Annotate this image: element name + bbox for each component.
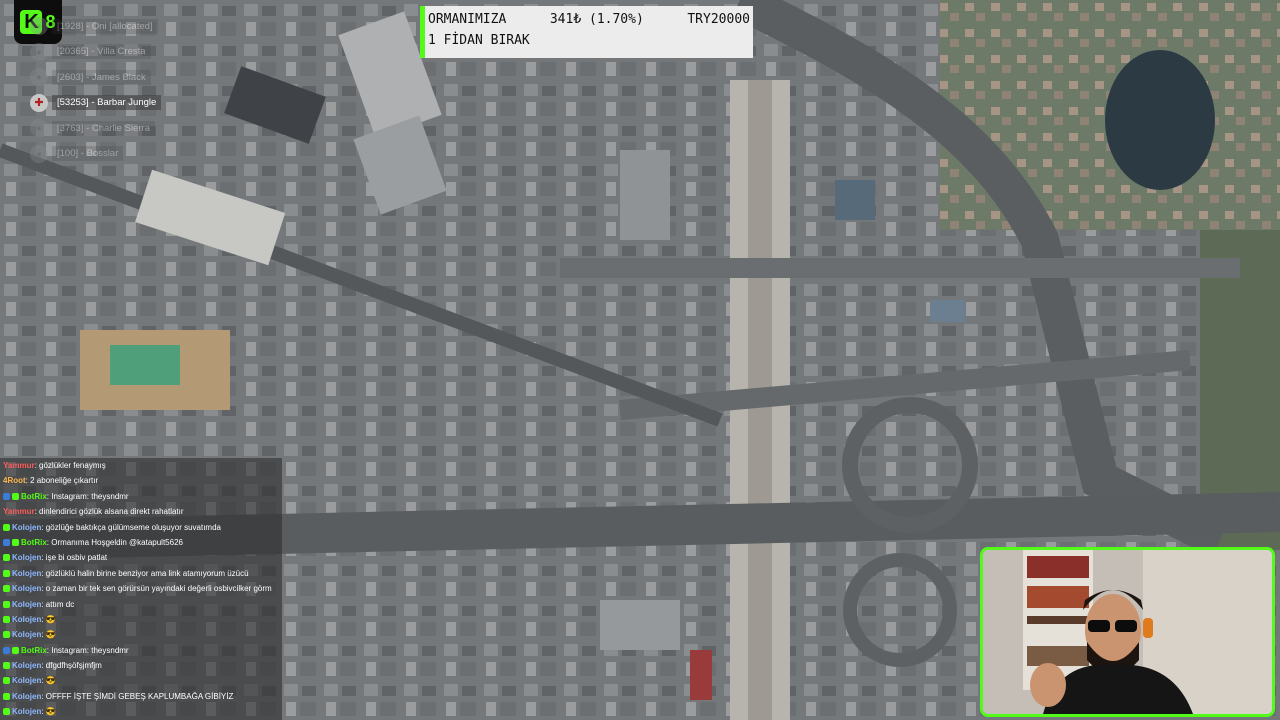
chat-message: BotRix: Instagram: theysndmr [0, 643, 282, 658]
sub-badge-icon [3, 677, 10, 685]
player-entry: ● [3763] - Charlie Sierra [30, 118, 161, 138]
player-name: [53253] - Barbar Jungle [52, 95, 162, 110]
chat-username[interactable]: Kolojen [12, 661, 41, 670]
chat-message: Kolojen: attım dc [0, 597, 282, 612]
chat-username[interactable]: Kolojen [12, 553, 41, 562]
chat-text: : 😎 [41, 676, 56, 686]
chat-username[interactable]: BotRix [21, 538, 47, 547]
chat-text: : Instagram: theysndmr [46, 645, 129, 655]
chat-username[interactable]: Kolojen [12, 707, 41, 716]
donation-goal-row: ORMANIMIZA 341₺ (1.70%) TRY20000 [428, 12, 750, 33]
donation-goal-banner: ORMANIMIZA 341₺ (1.70%) TRY20000 1 FİDAN… [420, 6, 753, 58]
player-name: [3763] - Charlie Sierra [52, 120, 155, 136]
chat-text: : dfgdfhşöfşjmfjm [41, 661, 102, 671]
sub-badge-icon [3, 662, 10, 670]
chat-message: Kolojen: 😎 [0, 612, 282, 627]
chat-message: Kolojen: OFFFF İŞTE ŞİMDİ GEBEŞ KAPLUMBA… [0, 689, 282, 704]
sub-badge-icon [3, 692, 10, 700]
player-name: [1928] - Oni [allocated] [52, 18, 158, 34]
chat-text: : dinlendirici gözlük alsana direkt raha… [34, 507, 184, 517]
chat-text: : 😎 [41, 614, 56, 624]
player-name: [2603] - James Black [52, 69, 151, 85]
chat-username[interactable]: Yammur [3, 507, 35, 516]
streamer-webcam-image [983, 550, 1272, 714]
chat-username[interactable]: Kolojen [12, 600, 41, 609]
player-entry: ● [1928] - Oni [allocated] [30, 16, 161, 36]
sub-badge-icon [3, 585, 10, 593]
chat-text: : Ormanıma Hoşgeldin @katapult5626 [46, 537, 183, 547]
chat-username[interactable]: Yammur [3, 461, 35, 470]
chat-overlay: Yammur: gözlükler fenaymış 4Root: 2 abone… [0, 458, 282, 720]
player-entry: ✚ [53253] - Barbar Jungle [30, 93, 162, 113]
goal-subtitle-row: 1 FİDAN BIRAK [428, 33, 750, 54]
sub-badge-icon [3, 554, 10, 562]
chat-text: : gözlüklü halin birine benziyor ama lin… [41, 568, 249, 578]
chat-message: BotRix: Ormanıma Hoşgeldin @katapult5626 [0, 535, 282, 550]
player-list: ● [1928] - Oni [allocated] ● [20365] - Vill… [30, 16, 162, 169]
player-entry: ● [100] - Bosslar [30, 144, 161, 164]
goal-subtitle: 1 FİDAN BIRAK [428, 33, 530, 48]
sub-badge-icon [3, 615, 10, 623]
chat-message: Kolojen: 😎 [0, 627, 282, 642]
webcam-frame [980, 547, 1275, 717]
chat-text: : gözlüğe baktıkça gülümseme oluşuyor su… [41, 522, 221, 532]
player-avatar-icon: ✚ [30, 93, 48, 112]
player-avatar-icon: ● [30, 144, 48, 163]
sub-badge-icon [12, 538, 19, 546]
sub-badge-icon [3, 600, 10, 608]
goal-title: ORMANIMIZA [428, 12, 507, 27]
bot-badge-icon [3, 538, 10, 546]
bot-badge-icon [3, 492, 10, 500]
sub-badge-icon [3, 523, 10, 531]
chat-text: : işe bi osbiv patlat [41, 553, 108, 563]
chat-username[interactable]: 4Root [3, 476, 26, 485]
chat-message: Yammur: dinlendirici gözlük alsana direk… [0, 504, 282, 519]
chat-text: : 😎 [41, 630, 56, 640]
player-name: [20365] - Villa Cresta [52, 44, 151, 59]
player-name: [100] - Bosslar [52, 146, 124, 161]
chat-username[interactable]: Kolojen [12, 523, 41, 532]
player-avatar-icon: ● [30, 68, 48, 86]
sub-badge-icon [3, 569, 10, 577]
chat-text: : OFFFF İŞTE ŞİMDİ GEBEŞ KAPLUMBAĞA GİBİ… [41, 691, 234, 701]
goal-progress: 341₺ (1.70%) [549, 12, 644, 27]
player-avatar-icon: ● [30, 17, 48, 35]
chat-message: Yammur: gözlükler fenaymış [0, 458, 282, 473]
chat-text: : Instagram: theysndmr [46, 491, 129, 501]
chat-text: : o zaman bir tek sen görürsün yayındaki… [41, 584, 272, 594]
chat-message: Kolojen: işe bi osbiv patlat [0, 550, 282, 565]
chat-text: : gözlükler fenaymış [34, 461, 106, 470]
chat-username[interactable]: Kolojen [12, 615, 41, 624]
goal-target: TRY20000 [687, 12, 750, 27]
chat-message: Kolojen: 😎 [0, 673, 282, 688]
chat-message: Kolojen: gözlüğe baktıkça gülümseme oluş… [0, 520, 282, 535]
chat-username[interactable]: BotRix [21, 646, 47, 655]
chat-text: : 😎 [41, 707, 56, 717]
chat-text: : attım dc [41, 599, 75, 609]
chat-message: Kolojen: dfgdfhşöfşjmfjm [0, 658, 282, 673]
chat-text: : 2 aboneliğe çıkartır [25, 476, 99, 486]
player-entry: ● [20365] - Villa Cresta [30, 42, 161, 62]
chat-username[interactable]: BotRix [21, 492, 47, 501]
chat-message: Kolojen: 😎 [0, 704, 282, 719]
sub-badge-icon [3, 631, 10, 639]
bot-badge-icon [3, 646, 10, 654]
chat-message: 4Root: 2 aboneliğe çıkartır [0, 473, 282, 488]
chat-message: Kolojen: gözlüklü halin birine benziyor … [0, 566, 282, 581]
player-entry: ● [2603] - James Black [30, 67, 161, 87]
chat-message: BotRix: Instagram: theysndmr [0, 489, 282, 504]
chat-username[interactable]: Kolojen [12, 584, 41, 593]
player-avatar-icon: ● [30, 42, 48, 61]
chat-username[interactable]: Kolojen [12, 692, 41, 701]
sub-badge-icon [3, 708, 10, 716]
sub-badge-icon [12, 492, 19, 500]
chat-username[interactable]: Kolojen [12, 676, 41, 685]
chat-username[interactable]: Kolojen [12, 569, 41, 578]
chat-username[interactable]: Kolojen [12, 630, 41, 639]
sub-badge-icon [12, 646, 19, 654]
player-avatar-icon: ● [30, 119, 48, 137]
chat-message: Kolojen: o zaman bir tek sen görürsün ya… [0, 581, 282, 596]
